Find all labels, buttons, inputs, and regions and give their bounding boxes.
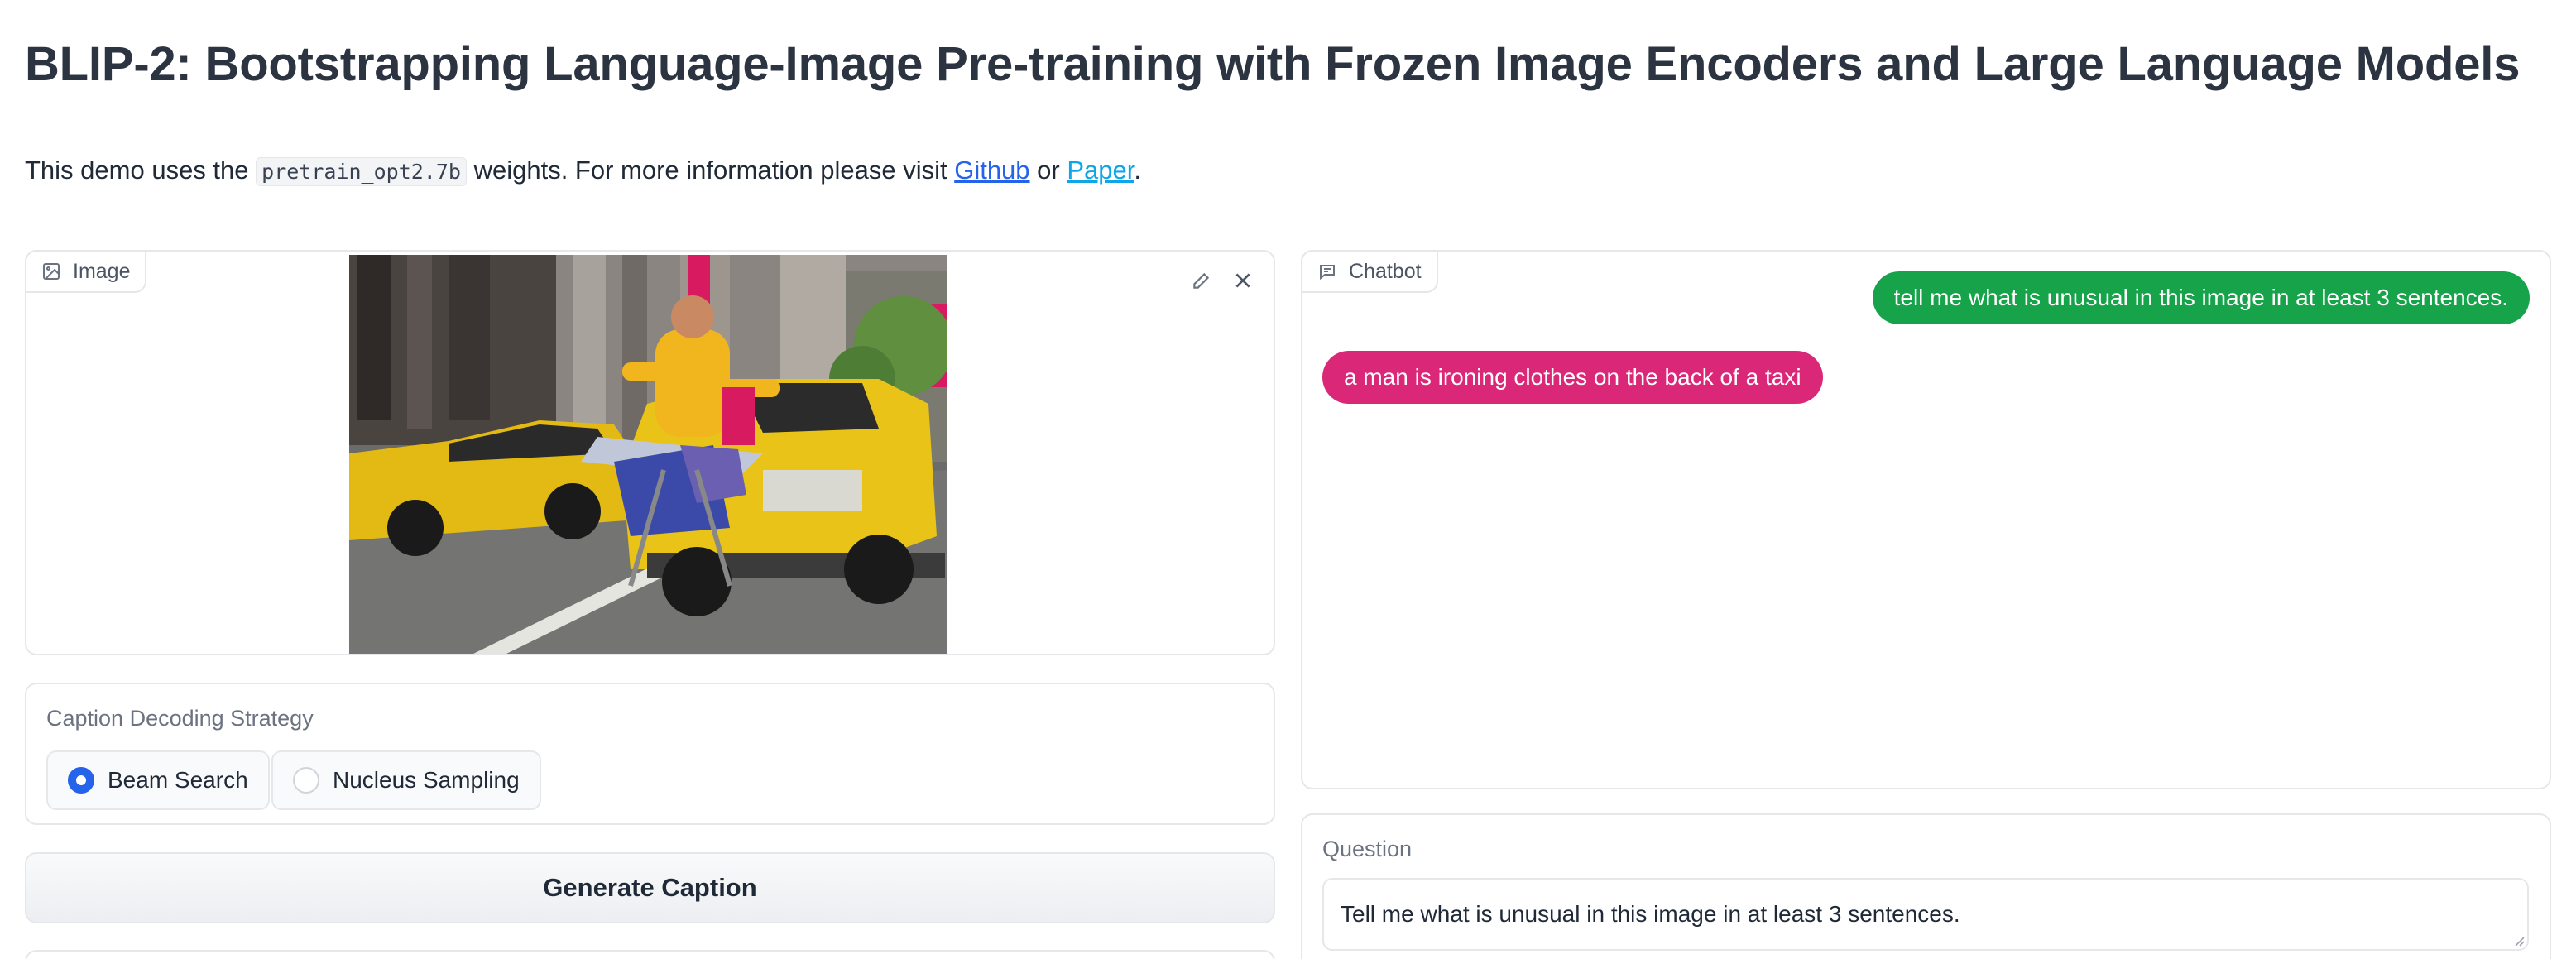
- generate-caption-button[interactable]: Generate Caption: [25, 852, 1275, 923]
- chatbot-panel-label: Chatbot: [1301, 250, 1438, 293]
- intro-middle: weights. For more information please vis…: [466, 156, 955, 185]
- close-icon[interactable]: [1232, 270, 1254, 291]
- intro-text: This demo uses the pretrain_opt2.7b weig…: [25, 156, 1141, 186]
- question-input[interactable]: Tell me what is unusual in this image in…: [1322, 878, 2529, 951]
- caption-strategy-panel: Caption Decoding Strategy Beam Search Nu…: [25, 683, 1275, 825]
- edit-icon[interactable]: [1191, 270, 1212, 291]
- user-message: tell me what is unusual in this image in…: [1872, 271, 2530, 324]
- bot-message: a man is ironing clothes on the back of …: [1322, 351, 1823, 404]
- radio-nucleus-sampling-label: Nucleus Sampling: [333, 767, 520, 793]
- question-label: Question: [1322, 837, 1413, 861]
- question-panel: Question Tell me what is unusual in this…: [1301, 813, 2551, 959]
- model-name-code: pretrain_opt2.7b: [256, 157, 467, 186]
- github-link[interactable]: Github: [954, 156, 1029, 185]
- radio-checked-icon[interactable]: [68, 767, 94, 794]
- radio-beam-search-label: Beam Search: [108, 767, 248, 793]
- uploaded-image: [349, 255, 947, 654]
- image-panel-label: Image: [25, 250, 147, 293]
- radio-nucleus-sampling[interactable]: Nucleus Sampling: [271, 750, 541, 810]
- radio-unchecked-icon[interactable]: [293, 767, 319, 794]
- radio-beam-search[interactable]: Beam Search: [46, 750, 270, 810]
- taxi-photo: [349, 255, 947, 654]
- image-icon: [43, 263, 60, 280]
- caption-strategy-label: Caption Decoding Strategy: [46, 706, 314, 731]
- image-panel-label-text: Image: [73, 259, 131, 283]
- page-title: BLIP-2: Bootstrapping Language-Image Pre…: [25, 37, 2521, 91]
- lower-panel: [25, 950, 1275, 959]
- resize-grip-icon[interactable]: [2512, 934, 2526, 947]
- intro-end: .: [1134, 156, 1141, 185]
- chatbot-panel: Chatbot tell me what is unusual in this …: [1301, 250, 2551, 789]
- paper-link[interactable]: Paper: [1067, 156, 1134, 185]
- chat-icon: [1320, 265, 1335, 281]
- image-upload-panel[interactable]: Image: [25, 250, 1275, 655]
- chatbot-panel-label-text: Chatbot: [1349, 259, 1422, 283]
- intro-before: This demo uses the: [25, 156, 257, 185]
- intro-or: or: [1029, 156, 1067, 185]
- image-toolbar: [1191, 270, 1254, 291]
